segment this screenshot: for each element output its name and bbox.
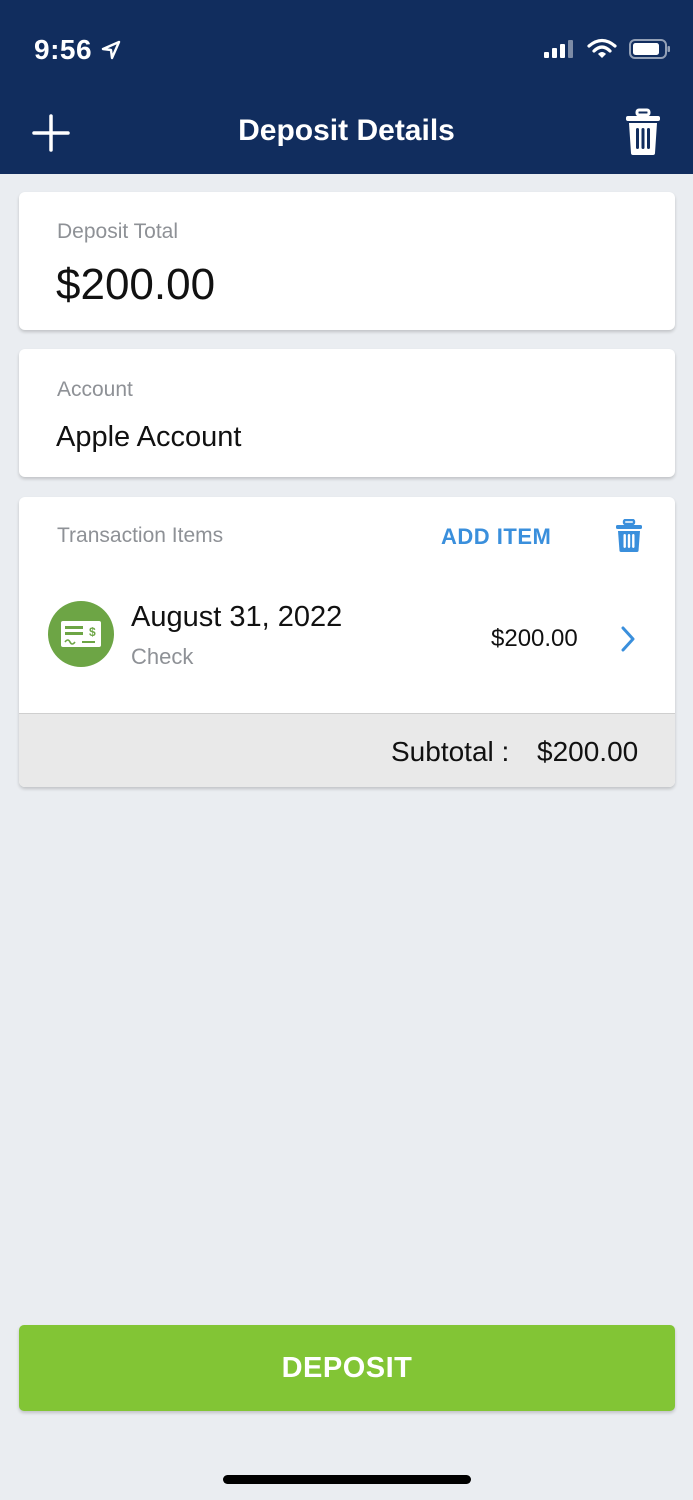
add-item-button[interactable]: ADD ITEM bbox=[441, 524, 551, 550]
item-amount: $200.00 bbox=[491, 625, 578, 652]
status-indicators bbox=[543, 38, 671, 60]
check-badge: $ bbox=[48, 601, 114, 667]
account-card[interactable]: Account Apple Account bbox=[19, 349, 675, 477]
subtotal-value: $200.00 bbox=[537, 736, 639, 767]
svg-text:$: $ bbox=[89, 625, 96, 639]
status-time-text: 9:56 bbox=[34, 34, 93, 65]
deposit-total-value: $200.00 bbox=[56, 260, 216, 309]
check-icon: $ bbox=[61, 621, 101, 647]
home-indicator[interactable] bbox=[223, 1475, 471, 1484]
cellular-signal-icon bbox=[544, 40, 573, 58]
delete-items-trash-icon[interactable] bbox=[615, 519, 643, 553]
transaction-items-label: Transaction Items bbox=[57, 524, 224, 547]
subtotal-bar: Subtotal : $200.00 bbox=[19, 713, 675, 787]
account-value: Apple Account bbox=[56, 421, 242, 453]
delete-deposit-trash-icon[interactable] bbox=[625, 108, 661, 156]
transaction-items-card: Transaction Items ADD ITEM $ August 31, … bbox=[19, 497, 675, 787]
subtotal-label: Subtotal : bbox=[391, 736, 510, 767]
page-title: Deposit Details bbox=[238, 114, 455, 147]
status-time: 9:56 bbox=[34, 34, 122, 66]
top-bar: 9:56 Deposit Details bbox=[0, 0, 693, 174]
chevron-right-icon[interactable] bbox=[619, 625, 637, 653]
location-arrow-icon bbox=[101, 40, 121, 60]
battery-icon bbox=[629, 39, 670, 59]
item-date: August 31, 2022 bbox=[131, 601, 343, 633]
item-type: Check bbox=[131, 644, 194, 669]
deposit-total-label: Deposit Total bbox=[57, 220, 179, 243]
account-label: Account bbox=[57, 378, 133, 401]
wifi-icon bbox=[587, 38, 617, 58]
deposit-total-card: Deposit Total $200.00 bbox=[19, 192, 675, 330]
transaction-item-row[interactable]: $ August 31, 2022 Check $200.00 bbox=[19, 587, 675, 687]
deposit-button[interactable]: DEPOSIT bbox=[19, 1325, 675, 1411]
